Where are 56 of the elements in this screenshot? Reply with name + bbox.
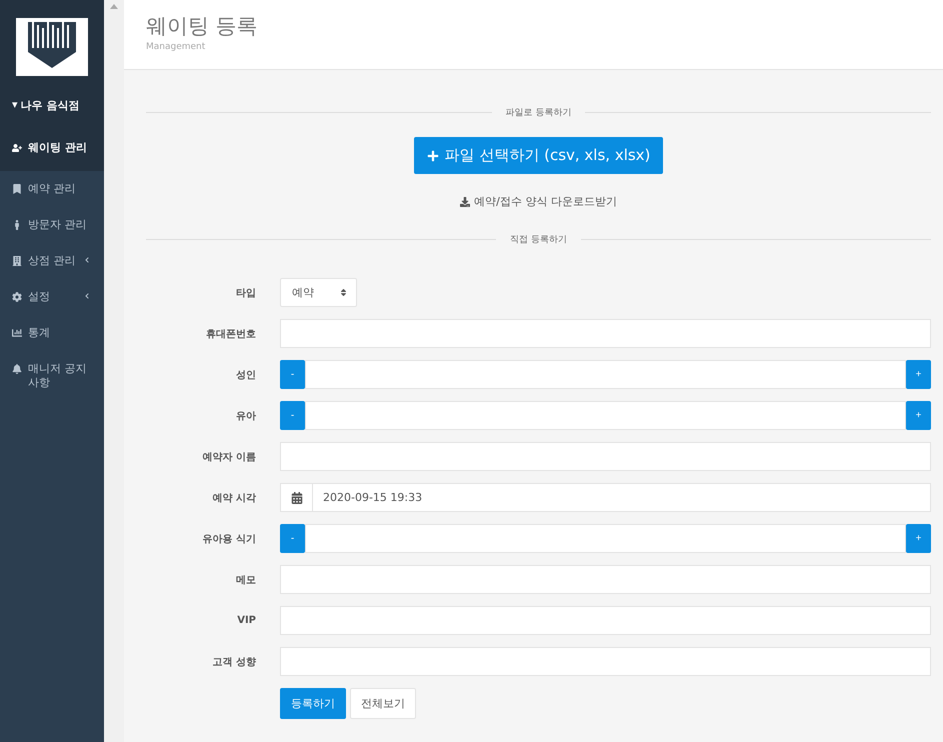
date-field[interactable]: 2020-09-15 19:33 <box>313 483 931 512</box>
field-label: 고객 성향 <box>212 656 256 668</box>
user-plus-icon <box>12 143 22 153</box>
plus-button[interactable]: + <box>906 524 931 553</box>
input-field[interactable] <box>280 319 931 348</box>
input-field[interactable] <box>280 647 931 676</box>
submit-button[interactable]: 등록하기 <box>280 688 346 719</box>
sidebar-item[interactable]: 매니저 공지사항 <box>0 351 104 401</box>
field-label: 예약 시각 <box>212 492 256 504</box>
input-field[interactable] <box>280 606 931 635</box>
input-field[interactable] <box>280 565 931 594</box>
calendar-icon <box>290 492 302 504</box>
field-label: 성인 <box>235 368 256 382</box>
building-icon <box>12 256 22 266</box>
bell-icon <box>12 364 22 374</box>
sidebar-item[interactable]: 상점 관리 <box>0 243 104 279</box>
logo-icon <box>16 18 88 76</box>
plus-button[interactable]: + <box>906 360 931 389</box>
page-title: 웨이팅 등록 <box>146 13 259 40</box>
field-label: VIP <box>236 615 256 626</box>
field-label: 타입 <box>235 286 256 300</box>
type-select[interactable]: 예약 <box>280 278 357 307</box>
gear-icon <box>12 292 22 302</box>
field-label: 예약자 이름 <box>202 450 256 464</box>
minus-button[interactable]: - <box>280 401 305 430</box>
store-name[interactable]: ▾ 나우 음식점 <box>0 98 80 113</box>
minus-button[interactable]: - <box>280 360 305 389</box>
plus-button[interactable]: + <box>906 401 931 430</box>
minus-button[interactable]: - <box>280 524 305 553</box>
input-field[interactable] <box>305 401 906 430</box>
sort-icon <box>339 288 348 297</box>
input-field[interactable] <box>305 524 906 553</box>
section-title: 파일로 등록하기 <box>506 107 572 119</box>
input-field[interactable] <box>305 360 906 389</box>
bookmark-icon <box>12 184 22 194</box>
sidebar-item[interactable]: 방문자 관리 <box>0 207 104 243</box>
upload-button[interactable]: 파일 선택하기 (csv, xls, xlsx) <box>414 137 664 174</box>
input-field[interactable] <box>280 442 931 471</box>
field-label: 메모 <box>235 574 256 586</box>
page-subtitle: Management <box>146 42 206 52</box>
sidebar-item[interactable]: 예약 관리 <box>0 171 104 207</box>
person-icon <box>12 220 22 230</box>
field-label: 유아 <box>235 410 256 422</box>
download-link[interactable]: 예약/접수 양식 다운로드받기 <box>460 194 617 209</box>
sidebar-item[interactable]: 웨이팅 관리 <box>0 125 104 171</box>
view-all-button[interactable]: 전체보기 <box>350 688 416 719</box>
sidebar-item[interactable]: 통계 <box>0 315 104 351</box>
calendar-button[interactable] <box>280 483 313 512</box>
section-title: 직접 등록하기 <box>510 234 567 246</box>
field-label: 유아용 식기 <box>202 532 256 546</box>
field-label: 휴대폰번호 <box>205 328 256 340</box>
sidebar-item[interactable]: 설정 <box>0 279 104 315</box>
scroll-up-icon[interactable] <box>110 4 118 9</box>
plus-icon <box>426 150 439 162</box>
bar-chart-icon <box>12 328 22 338</box>
download-icon <box>460 196 470 206</box>
